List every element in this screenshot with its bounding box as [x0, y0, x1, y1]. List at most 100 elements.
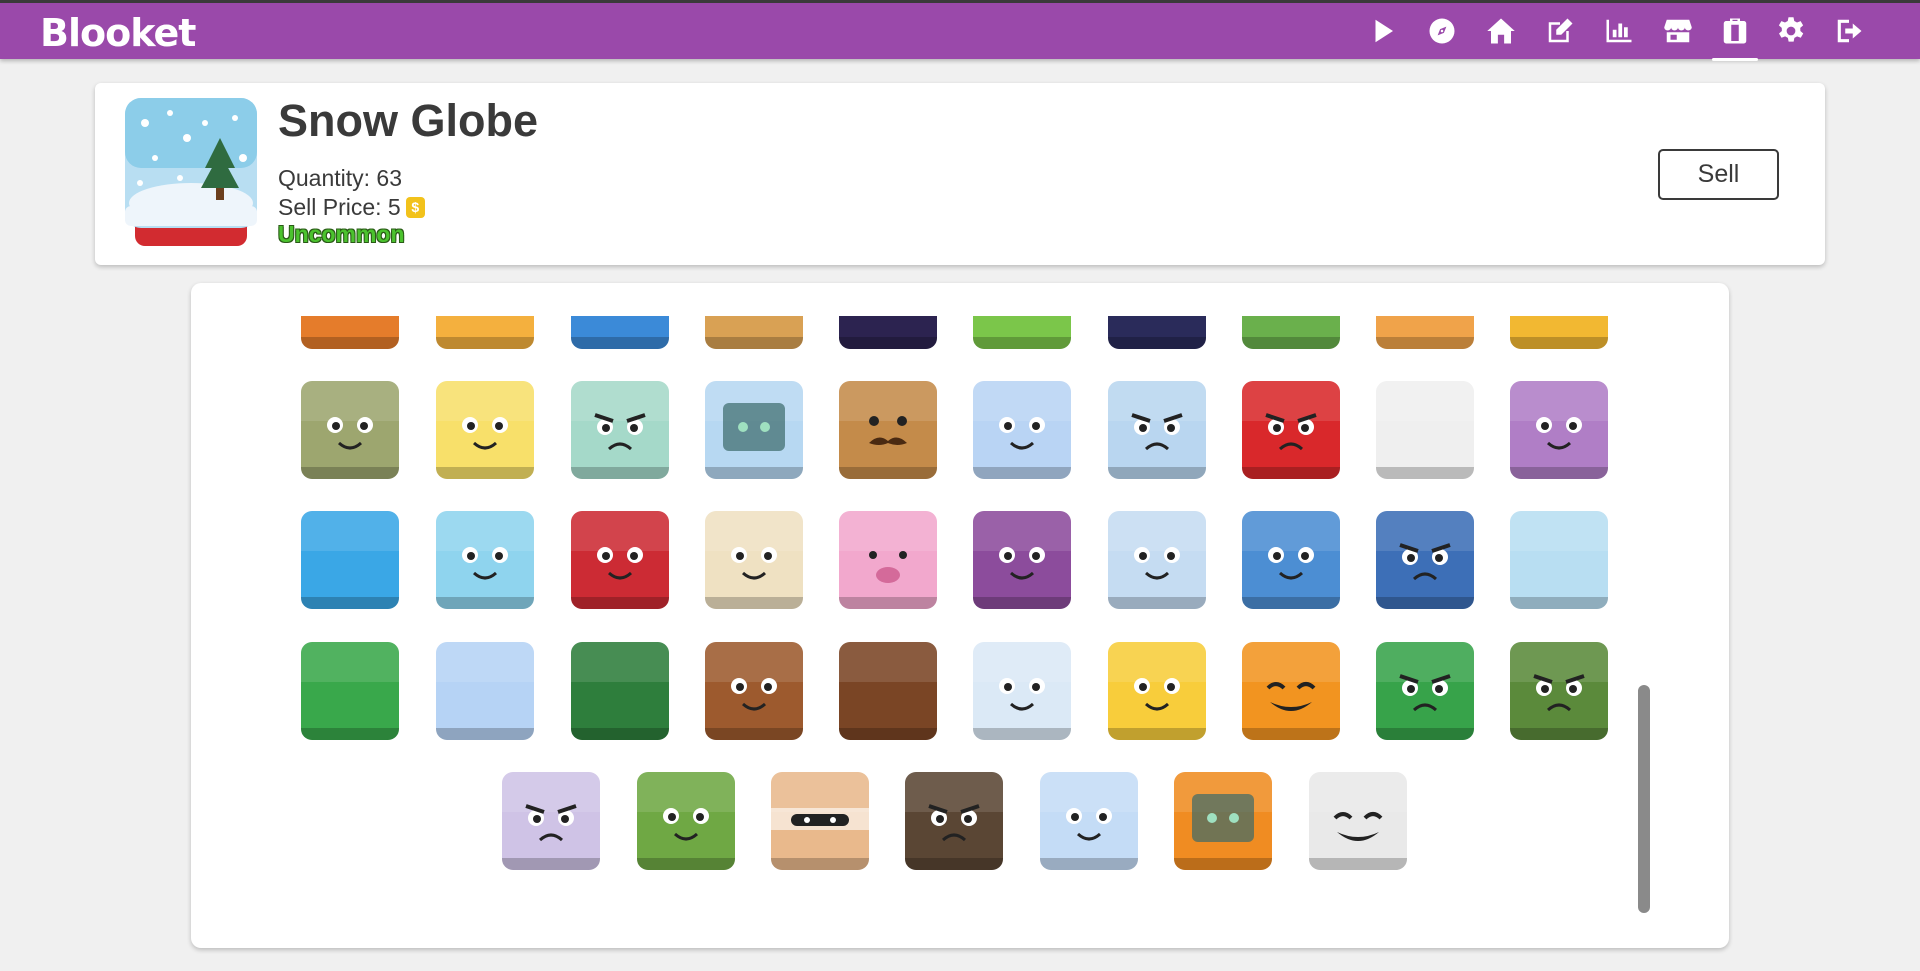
blook-jellyfish[interactable]	[1510, 381, 1608, 479]
tim-the-alien-icon	[1174, 772, 1272, 842]
blook-base	[1242, 728, 1340, 740]
settings-nav[interactable]	[1762, 3, 1820, 59]
blook-tablet-robot[interactable]	[1510, 316, 1608, 349]
blook-base	[1108, 467, 1206, 479]
blook-dolphin[interactable]	[1242, 511, 1340, 609]
blook-base	[301, 467, 399, 479]
blook-zombie[interactable]	[637, 772, 735, 870]
blook-rocket[interactable]	[1376, 316, 1474, 349]
blook-mega-bot[interactable]	[1242, 381, 1340, 479]
gear-icon	[1778, 17, 1804, 42]
frankenstein-icon	[1510, 642, 1608, 712]
blook-base	[1510, 728, 1608, 740]
market-nav[interactable]	[1649, 3, 1707, 59]
blook-galaxy[interactable]	[839, 316, 937, 349]
blook-pumpkin-ghost[interactable]	[1309, 772, 1407, 870]
swamp-monster-icon	[1376, 642, 1474, 712]
blook-octopus[interactable]	[973, 511, 1071, 609]
wooden-bot-icon	[839, 381, 937, 445]
blooks-panel	[191, 283, 1729, 948]
frog-icon	[436, 511, 534, 580]
computer-bot-icon	[705, 381, 803, 451]
home-nav[interactable]	[1472, 3, 1530, 59]
blook-pumpkin[interactable]	[1242, 642, 1340, 740]
blook-lovely-bot[interactable]	[436, 381, 534, 479]
blook-fruit-tart[interactable]	[301, 316, 399, 349]
blooks-nav[interactable]	[1706, 3, 1764, 61]
ghost-icon	[1040, 772, 1138, 841]
blook-frankenstein[interactable]	[1510, 642, 1608, 740]
stats-nav[interactable]	[1590, 3, 1648, 59]
discover-nav[interactable]	[1413, 3, 1471, 59]
blook-clownfish[interactable]	[301, 511, 399, 609]
blook-boiler[interactable]	[301, 381, 399, 479]
blook-present[interactable]	[301, 642, 399, 740]
blook-base	[1376, 467, 1474, 479]
play-nav[interactable]	[1354, 3, 1412, 59]
home-icon	[1487, 18, 1515, 44]
blook-gingerbread-house[interactable]	[839, 642, 937, 740]
blook-santa-claus[interactable]	[1108, 642, 1206, 740]
blook-base	[1376, 597, 1474, 609]
blook-gingerbread-man[interactable]	[705, 642, 803, 740]
blook-crab[interactable]	[571, 511, 669, 609]
blook-tim-the-alien[interactable]	[1174, 772, 1272, 870]
blook-base	[1376, 728, 1474, 740]
brainy-bot-icon	[1108, 381, 1206, 451]
blook-brainy-bot[interactable]	[1108, 381, 1206, 479]
blook-wooden-bot[interactable]	[839, 381, 937, 479]
blook-swamp-monster[interactable]	[1376, 642, 1474, 740]
blook-pufferfish[interactable]	[705, 511, 803, 609]
vampire-icon	[502, 772, 600, 842]
blook-vampire-bot[interactable]	[973, 381, 1071, 479]
blook-ghost[interactable]	[1040, 772, 1138, 870]
dolphin-icon	[1242, 511, 1340, 580]
blook-base	[571, 467, 669, 479]
gingerbread-house-icon	[839, 642, 937, 682]
blook-pizza[interactable]	[436, 316, 534, 349]
blook-snowman[interactable]	[973, 642, 1071, 740]
snow-globe-icon	[125, 98, 257, 246]
blook-base	[1242, 337, 1340, 349]
blook-computer-bot[interactable]	[705, 381, 803, 479]
pumpkin-icon	[1242, 642, 1340, 711]
blook-boot[interactable]	[1376, 381, 1474, 479]
logout-nav[interactable]	[1820, 3, 1878, 59]
blook-base	[1376, 337, 1474, 349]
blook-toast-spaceship[interactable]	[1108, 316, 1206, 349]
blooks-icon	[1723, 18, 1747, 44]
blook-mini-bot[interactable]	[571, 381, 669, 479]
blook-base	[1174, 858, 1272, 870]
blook-frog[interactable]	[436, 511, 534, 609]
snow-globe-icon	[1510, 511, 1608, 551]
sell-button[interactable]: Sell	[1658, 149, 1779, 200]
blook-ufo[interactable]	[1242, 316, 1340, 349]
blook-narwhal[interactable]	[1108, 511, 1206, 609]
snowman-icon	[973, 642, 1071, 711]
blook-mummy[interactable]	[771, 772, 869, 870]
blook-base	[1510, 597, 1608, 609]
blook-hot-chocolate[interactable]	[436, 642, 534, 740]
blook-werewolf[interactable]	[905, 772, 1003, 870]
blook-earth[interactable]	[571, 316, 669, 349]
lovely-bot-icon	[436, 381, 534, 450]
gingerbread-man-icon	[705, 642, 803, 711]
blook-base	[705, 467, 803, 479]
scrollbar-thumb[interactable]	[1638, 685, 1650, 913]
blook-vampire[interactable]	[502, 772, 600, 870]
blook-blobfish[interactable]	[839, 511, 937, 609]
blobfish-icon	[839, 511, 937, 583]
blook-snow-globe[interactable]	[1510, 511, 1608, 609]
blook-wreath[interactable]	[571, 642, 669, 740]
blook-base	[1040, 858, 1138, 870]
play-icon	[1375, 19, 1393, 43]
blook-cardboard-box[interactable]	[705, 316, 803, 349]
pufferfish-icon	[705, 511, 803, 580]
jellyfish-icon	[1510, 381, 1608, 450]
create-nav[interactable]	[1531, 3, 1589, 59]
blooket-logo[interactable]: Blooket	[40, 10, 196, 56]
blook-base	[637, 858, 735, 870]
mega-bot-icon	[1242, 381, 1340, 451]
blook-alien[interactable]	[973, 316, 1071, 349]
blook-megalodon[interactable]	[1376, 511, 1474, 609]
